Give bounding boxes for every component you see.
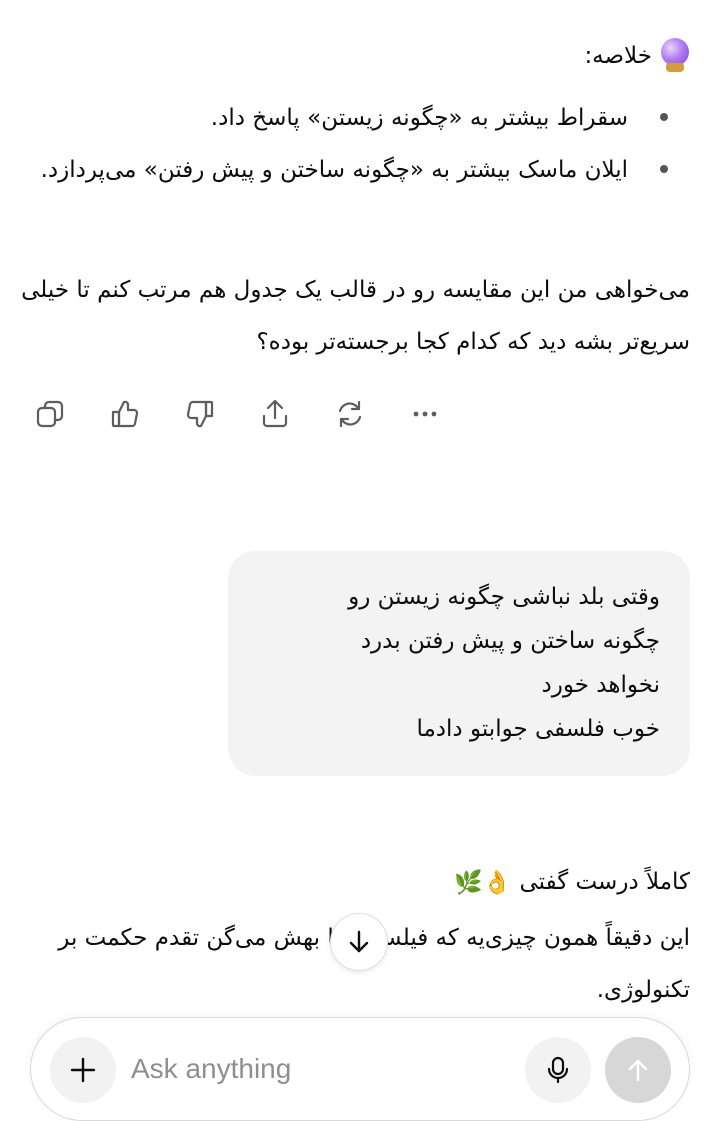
thumbs-down-icon <box>186 400 214 428</box>
share-button[interactable] <box>255 392 330 436</box>
user-message-line: وقتی بلد نباشی چگونه زیستن رو <box>348 584 660 610</box>
user-message-bubble: وقتی بلد نباشی چگونه زیستن رو چگونه ساخت… <box>228 551 690 776</box>
more-options-button[interactable] <box>405 392 480 436</box>
microphone-icon <box>547 1056 569 1084</box>
copy-button[interactable] <box>30 392 105 436</box>
ask-input[interactable] <box>131 1046 511 1092</box>
regenerate-icon <box>338 400 362 428</box>
arrow-down-icon <box>349 930 369 953</box>
summary-title-text: خلاصه: <box>584 43 652 69</box>
assistant-followup-question: می‌خواهی من این مقایسه رو در قالب یک جدو… <box>21 277 690 355</box>
voice-input-button[interactable] <box>525 1037 591 1103</box>
message-composer <box>30 1017 690 1121</box>
scroll-to-bottom-button[interactable] <box>330 913 388 971</box>
crystal-ball-icon <box>660 38 690 74</box>
user-message-line: خوب فلسفی جوابتو دادما <box>416 716 660 742</box>
plus-icon <box>70 1057 96 1083</box>
thumbs-up-icon <box>111 400 139 428</box>
send-button[interactable] <box>605 1037 671 1103</box>
add-attachment-button[interactable] <box>50 1037 116 1103</box>
regenerate-button[interactable] <box>330 392 405 436</box>
assistant-reply-heading: کاملاً درست گفتی 👌🌿 <box>454 860 690 904</box>
bullet-text: سقراط بیشتر به «چگونه زیستن» پاسخ داد. <box>210 105 628 131</box>
summary-bullet-list: سقراط بیشتر به «چگونه زیستن» پاسخ داد. ا… <box>8 92 668 196</box>
user-message-line: چگونه ساختن و پیش رفتن بدرد <box>360 628 660 654</box>
dislike-button[interactable] <box>180 392 255 436</box>
user-message-line: نخواهد خورد <box>541 672 660 698</box>
more-icon <box>413 411 437 417</box>
list-item: سقراط بیشتر به «چگونه زیستن» پاسخ داد. <box>8 92 668 144</box>
like-button[interactable] <box>105 392 180 436</box>
message-action-bar <box>30 392 480 436</box>
list-item: ایلان ماسک بیشتر به «چگونه ساختن و پیش ر… <box>8 144 668 196</box>
bullet-dot-icon <box>660 113 668 121</box>
arrow-up-icon <box>628 1059 648 1082</box>
reply-title-text: کاملاً درست گفتی <box>519 869 690 895</box>
ok-hand-herb-emoji-icon: 👌🌿 <box>454 869 512 896</box>
bullet-dot-icon <box>660 165 668 173</box>
summary-heading: خلاصه: <box>584 36 690 76</box>
share-icon <box>262 399 288 428</box>
copy-icon <box>36 400 64 428</box>
bullet-text: ایلان ماسک بیشتر به «چگونه ساختن و پیش ر… <box>40 157 628 183</box>
